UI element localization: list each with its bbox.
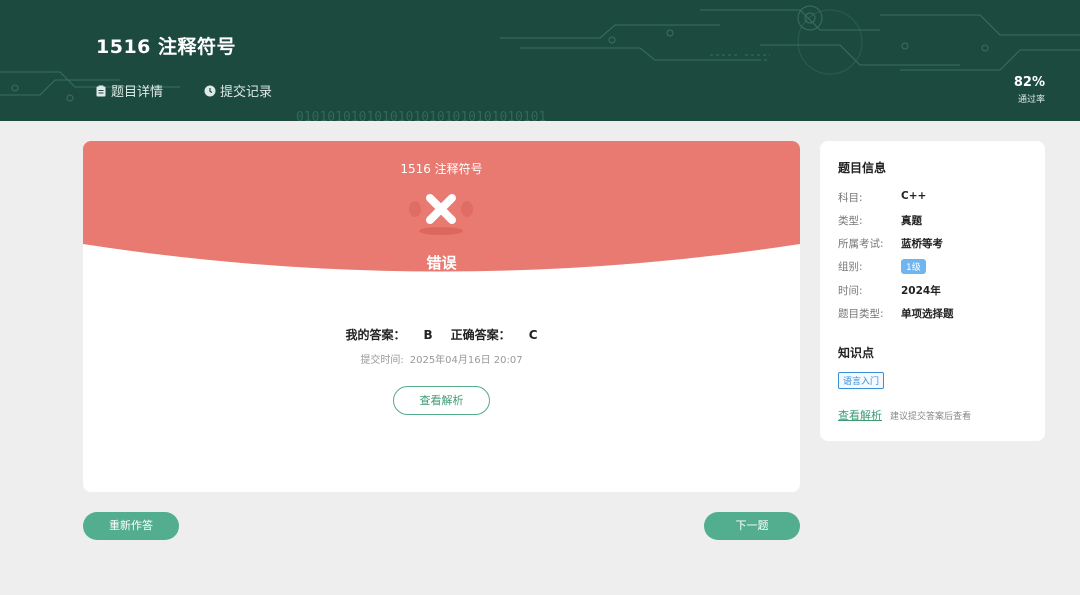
redo-button[interactable]: 重新作答 <box>83 512 179 540</box>
circuit-pattern-decoration: 01010101010101010101010101010101 <box>0 5 1080 121</box>
info-row-type: 类型: 真题 <box>838 213 922 228</box>
result-status: 错误 <box>426 254 457 272</box>
header-banner: 01010101010101010101010101010101 1516 注释… <box>0 0 1080 121</box>
info-row-group: 组别: 1级 <box>838 259 926 274</box>
submit-time-label: 提交时间: <box>360 355 404 366</box>
correct-answer-value: C <box>528 328 538 342</box>
next-question-button[interactable]: 下一题 <box>704 512 800 540</box>
info-key: 科目: <box>838 192 863 204</box>
tab-label: 提交记录 <box>220 85 273 100</box>
my-answer-value: B <box>423 328 433 342</box>
info-row-time: 时间: 2024年 <box>838 283 941 298</box>
info-key: 类型: <box>838 215 863 227</box>
info-row-subject: 科目: C++ <box>838 190 926 205</box>
clipboard-icon <box>96 85 106 96</box>
result-card: 1516 注释符号 错误 我的答案： B 正确答案： C 提交时间: 2025年04月1… <box>83 141 800 492</box>
analysis-hint: 建议提交答案后查看 <box>890 412 972 422</box>
info-value: 蓝桥等考 <box>901 238 943 250</box>
info-key: 题目类型: <box>838 308 884 320</box>
tab-problem-detail[interactable]: 题目详情 <box>95 81 163 100</box>
submit-time-value: 2025年04月16日 20:07 <box>409 355 523 366</box>
pass-rate-label: 通过率 <box>1017 95 1045 105</box>
view-analysis-button[interactable]: 查看解析 <box>393 386 490 415</box>
view-analysis-link[interactable]: 查看解析 <box>838 407 882 423</box>
info-title: 题目信息 <box>838 161 887 175</box>
result-problem-title: 1516 注释符号 <box>400 162 483 176</box>
answer-summary: 我的答案： B 正确答案： C <box>83 326 800 343</box>
knowledge-tag[interactable]: 语言入门 <box>838 372 885 389</box>
info-row-exam: 所属考试: 蓝桥等考 <box>838 236 943 251</box>
info-row-question-type: 题目类型: 单项选择题 <box>838 306 954 321</box>
binary-decoration-text: 01010101010101010101010101010101 <box>296 110 546 121</box>
info-value: 单项选择题 <box>901 308 954 320</box>
cross-icon <box>409 194 473 235</box>
correct-answer-label: 正确答案： <box>450 328 511 342</box>
tab-submission-records[interactable]: 提交记录 <box>204 81 272 100</box>
knowledge-points-title: 知识点 <box>838 346 875 360</box>
correct-answer: 正确答案： C <box>451 328 538 342</box>
pass-rate: 82% 通过率 <box>1014 75 1045 105</box>
problem-info-card: 题目信息 科目: C++ 类型: 真题 所属考试: 蓝桥等考 组别: 1级 时间… <box>820 141 1045 441</box>
page-title: 1516 注释符号 <box>96 36 236 58</box>
submit-time: 提交时间: 2025年04月16日 20:07 <box>83 351 800 366</box>
info-value: 真题 <box>901 215 922 227</box>
info-key: 组别: <box>838 261 863 273</box>
my-answer-label: 我的答案： <box>345 328 406 342</box>
group-badge: 1级 <box>901 259 926 274</box>
my-answer: 我的答案： B <box>346 328 433 342</box>
info-key: 时间: <box>838 285 863 297</box>
clock-icon <box>204 85 216 96</box>
tab-label: 题目详情 <box>111 85 164 100</box>
info-key: 所属考试: <box>838 238 884 250</box>
pass-rate-value: 82% <box>1013 75 1045 90</box>
info-value: C++ <box>901 190 927 202</box>
info-value: 2024年 <box>901 285 941 297</box>
